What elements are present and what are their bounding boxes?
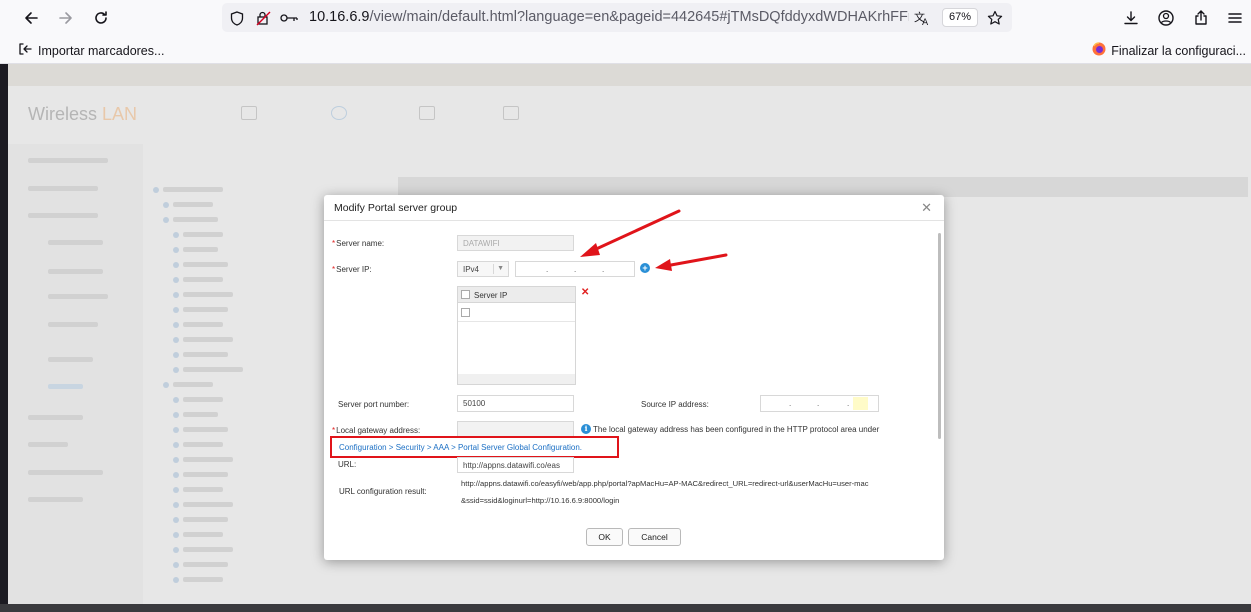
zoom-level-badge[interactable]: 67% — [942, 8, 978, 27]
url-result-line-1: http://appns.datawifi.co/easyfi/web/app.… — [461, 479, 869, 488]
ip-version-select[interactable]: IPv4 ▼ — [457, 261, 509, 277]
window-bottom-edge — [0, 604, 1251, 612]
url-text[interactable]: 10.16.6.9/view/main/default.html?languag… — [309, 9, 909, 25]
dialog-scrollbar[interactable] — [938, 233, 941, 439]
server-port-field[interactable]: 50100 — [457, 395, 574, 412]
account-icon[interactable] — [1155, 7, 1177, 29]
select-all-checkbox[interactable] — [461, 290, 470, 299]
url-host: 10.16.6.9 — [309, 9, 370, 25]
back-arrow-icon[interactable] — [18, 6, 44, 30]
table-header: Server IP — [458, 287, 575, 303]
dialog-header: Modify Portal server group ✕ — [324, 195, 944, 221]
gateway-note: The local gateway address has been confi… — [593, 425, 880, 434]
add-icon[interactable]: + — [640, 263, 650, 273]
star-icon[interactable] — [986, 9, 1004, 27]
modify-portal-server-dialog: Modify Portal server group ✕ *Server nam… — [324, 195, 944, 560]
close-icon[interactable]: ✕ — [921, 200, 932, 216]
url-path: /view/main/default.html?language=en&page… — [369, 9, 909, 25]
server-ip-table: Server IP — [457, 286, 576, 385]
gateway-config-path-link[interactable]: Configuration > Security > AAA > Portal … — [339, 443, 582, 452]
row-checkbox[interactable] — [461, 308, 470, 317]
source-ip-input[interactable]: . . . — [760, 395, 879, 412]
gateway-label: *Local gateway address: — [332, 426, 421, 435]
ok-button[interactable]: OK — [586, 528, 623, 546]
menu-icon[interactable] — [1224, 7, 1246, 29]
server-name-label: *Server name: — [332, 239, 385, 248]
source-ip-label: Source IP address: — [641, 400, 709, 409]
url-label: URL: — [338, 460, 357, 469]
url-field[interactable]: http://appns.datawifi.co/eas — [457, 457, 574, 473]
bookmark-finish-setup-link[interactable]: Finalizar la configuraci... — [1092, 42, 1246, 59]
url-bar[interactable]: 10.16.6.9/view/main/default.html?languag… — [222, 3, 1012, 32]
chevron-down-icon: ▼ — [497, 265, 504, 272]
bookmark-import-label: Importar marcadores... — [38, 43, 165, 58]
ip-version-value: IPv4 — [463, 265, 480, 274]
share-icon[interactable] — [1190, 7, 1212, 29]
bookmarks-bar: Importar marcadores... Finalizar la conf… — [0, 36, 1251, 64]
download-icon[interactable] — [1120, 7, 1142, 29]
server-ip-label: *Server IP: — [332, 265, 372, 274]
server-name-field: DATAWIFI — [457, 235, 574, 251]
browser-toolbar: 10.16.6.9/view/main/default.html?languag… — [0, 0, 1251, 36]
lock-icon[interactable] — [254, 9, 272, 27]
shield-icon[interactable] — [228, 9, 246, 27]
port-label: Server port number: — [338, 400, 410, 409]
server-ip-input[interactable]: . . . — [515, 261, 635, 277]
dialog-title: Modify Portal server group — [334, 202, 458, 214]
bookmark-import-link[interactable]: Importar marcadores... — [18, 42, 164, 59]
delete-icon[interactable]: ✕ — [581, 287, 589, 298]
table-row — [458, 303, 575, 322]
bookmark-finish-setup-label: Finalizar la configuraci... — [1111, 43, 1246, 58]
cancel-button[interactable]: Cancel — [628, 528, 681, 546]
key-icon[interactable] — [280, 9, 298, 27]
info-icon: i — [581, 424, 591, 434]
source-ip-highlight — [853, 397, 868, 410]
reload-icon[interactable] — [88, 6, 114, 30]
gateway-field — [457, 421, 574, 437]
url-result-label: URL configuration result: — [339, 487, 427, 496]
firefox-icon — [1092, 42, 1106, 59]
translate-icon[interactable]: 文A — [913, 9, 931, 27]
import-icon — [18, 42, 32, 59]
table-scrollbar[interactable] — [458, 374, 575, 384]
url-result-line-2: &ssid=ssid&loginurl=http://10.16.6.9:800… — [461, 496, 620, 505]
annotation-highlight-box: Configuration > Security > AAA > Portal … — [330, 436, 619, 458]
table-header-server-ip: Server IP — [474, 291, 508, 300]
forward-arrow-icon[interactable] — [53, 6, 79, 30]
svg-text:A: A — [922, 18, 929, 26]
